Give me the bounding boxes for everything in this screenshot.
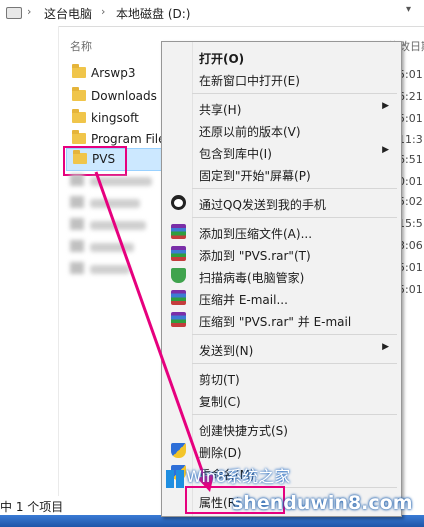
- windows-logo-icon: [166, 470, 184, 488]
- annotation-arrow-line: [94, 171, 208, 483]
- watermark-line1: Win8系统之家: [186, 467, 291, 486]
- annotation-arrow: [94, 171, 214, 492]
- watermark-line2: shenduwin8.com: [232, 492, 413, 514]
